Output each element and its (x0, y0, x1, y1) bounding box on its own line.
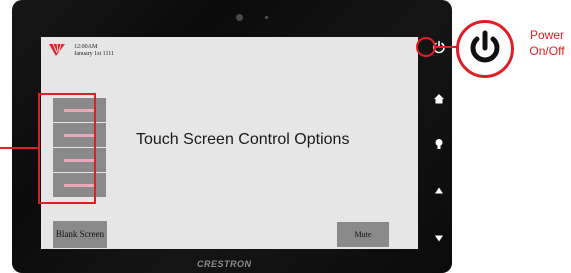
home-icon[interactable] (431, 91, 447, 107)
callout-box-options (38, 93, 96, 204)
power-large-icon (470, 30, 500, 63)
power-label-line2: On/Off (529, 44, 565, 58)
screen-title: Touch Screen Control Options (136, 131, 350, 148)
sensor-dot (265, 16, 268, 19)
lightbulb-icon[interactable] (431, 136, 447, 152)
mute-button[interactable]: Mute (337, 222, 389, 247)
power-callout-circle (456, 20, 514, 78)
clock-date: January 1st 1111 (74, 51, 114, 57)
power-label-line1: Power (529, 28, 564, 42)
blank-screen-button[interactable]: Blank Screen (53, 221, 107, 248)
arrow-down-icon[interactable] (431, 230, 447, 246)
arrow-up-icon[interactable] (431, 183, 447, 199)
camera-icon (236, 14, 243, 21)
brand-logo-text: CRESTRON (197, 259, 252, 269)
clock-time: 12:00AM (74, 44, 98, 50)
crestron-logo-icon (49, 44, 65, 56)
callout-line-options (0, 147, 38, 149)
touch-screen: 12:00AM January 1st 1111 Touch Screen Co… (41, 37, 418, 249)
callout-circle-power (416, 37, 436, 57)
power-label: Power On/Off (522, 27, 571, 59)
